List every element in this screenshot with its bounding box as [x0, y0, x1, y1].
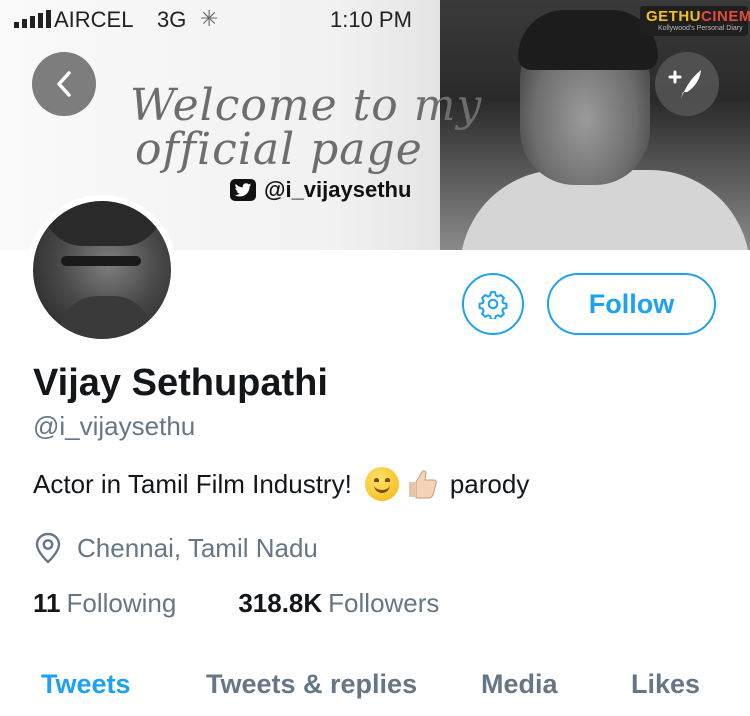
follow-button[interactable]: Follow	[547, 273, 716, 335]
display-name: Vijay Sethupathi	[33, 362, 328, 404]
following-stat[interactable]: 11 Following	[33, 588, 176, 619]
back-button[interactable]	[32, 52, 96, 116]
profile-location: Chennai, Tamil Nadu	[33, 531, 318, 565]
activity-spinner-icon: ✳	[200, 6, 219, 31]
banner-official-text: official page	[135, 124, 423, 175]
network-type: 3G	[157, 7, 187, 32]
profile-tabs: Tweets Tweets & replies Media Likes	[0, 666, 750, 716]
profile-settings-button[interactable]	[462, 273, 524, 335]
followers-label: Followers	[328, 588, 440, 618]
tab-likes[interactable]: Likes	[631, 669, 700, 700]
compose-tweet-icon	[668, 70, 701, 99]
followers-stat[interactable]: 318.8K Followers	[238, 588, 439, 619]
thumbs-up-icon	[405, 467, 439, 501]
tab-media[interactable]: Media	[481, 669, 558, 700]
username: @i_vijaysethu	[33, 411, 196, 441]
bio-suffix: parody	[449, 468, 530, 499]
tab-tweets[interactable]: Tweets	[41, 669, 131, 700]
banner-handle-text: @i_vijaysethu	[264, 177, 412, 202]
status-time: 1:10 PM	[330, 7, 412, 32]
signal-strength-icon	[14, 10, 51, 28]
profile-bio: Actor in Tamil Film Industry! parody	[33, 467, 529, 501]
gear-icon	[478, 291, 508, 319]
compose-tweet-button[interactable]	[655, 52, 719, 116]
followers-count: 318.8K	[238, 588, 323, 618]
watermark-logo: GETHUCINEMA Kollywood's Personal Diary	[640, 6, 750, 36]
profile-stats: 11 Following 318.8K Followers	[33, 588, 439, 619]
twitter-bird-icon	[230, 179, 256, 201]
bio-text: Actor in Tamil Film Industry!	[33, 468, 352, 499]
location-text: Chennai, Tamil Nadu	[77, 532, 318, 563]
banner-handle: @i_vijaysethu	[230, 176, 411, 204]
carrier-name: AIRCEL	[54, 7, 134, 32]
tab-tweets-and-replies[interactable]: Tweets & replies	[206, 669, 417, 700]
chevron-left-icon	[57, 71, 71, 97]
location-pin-icon	[35, 532, 61, 564]
following-label: Following	[66, 588, 177, 618]
following-count: 11	[33, 588, 61, 618]
avatar[interactable]	[33, 201, 171, 339]
smiling-face-icon	[364, 467, 399, 501]
status-bar: AIRCEL 3G ✳ 1:10 PM	[0, 0, 750, 40]
